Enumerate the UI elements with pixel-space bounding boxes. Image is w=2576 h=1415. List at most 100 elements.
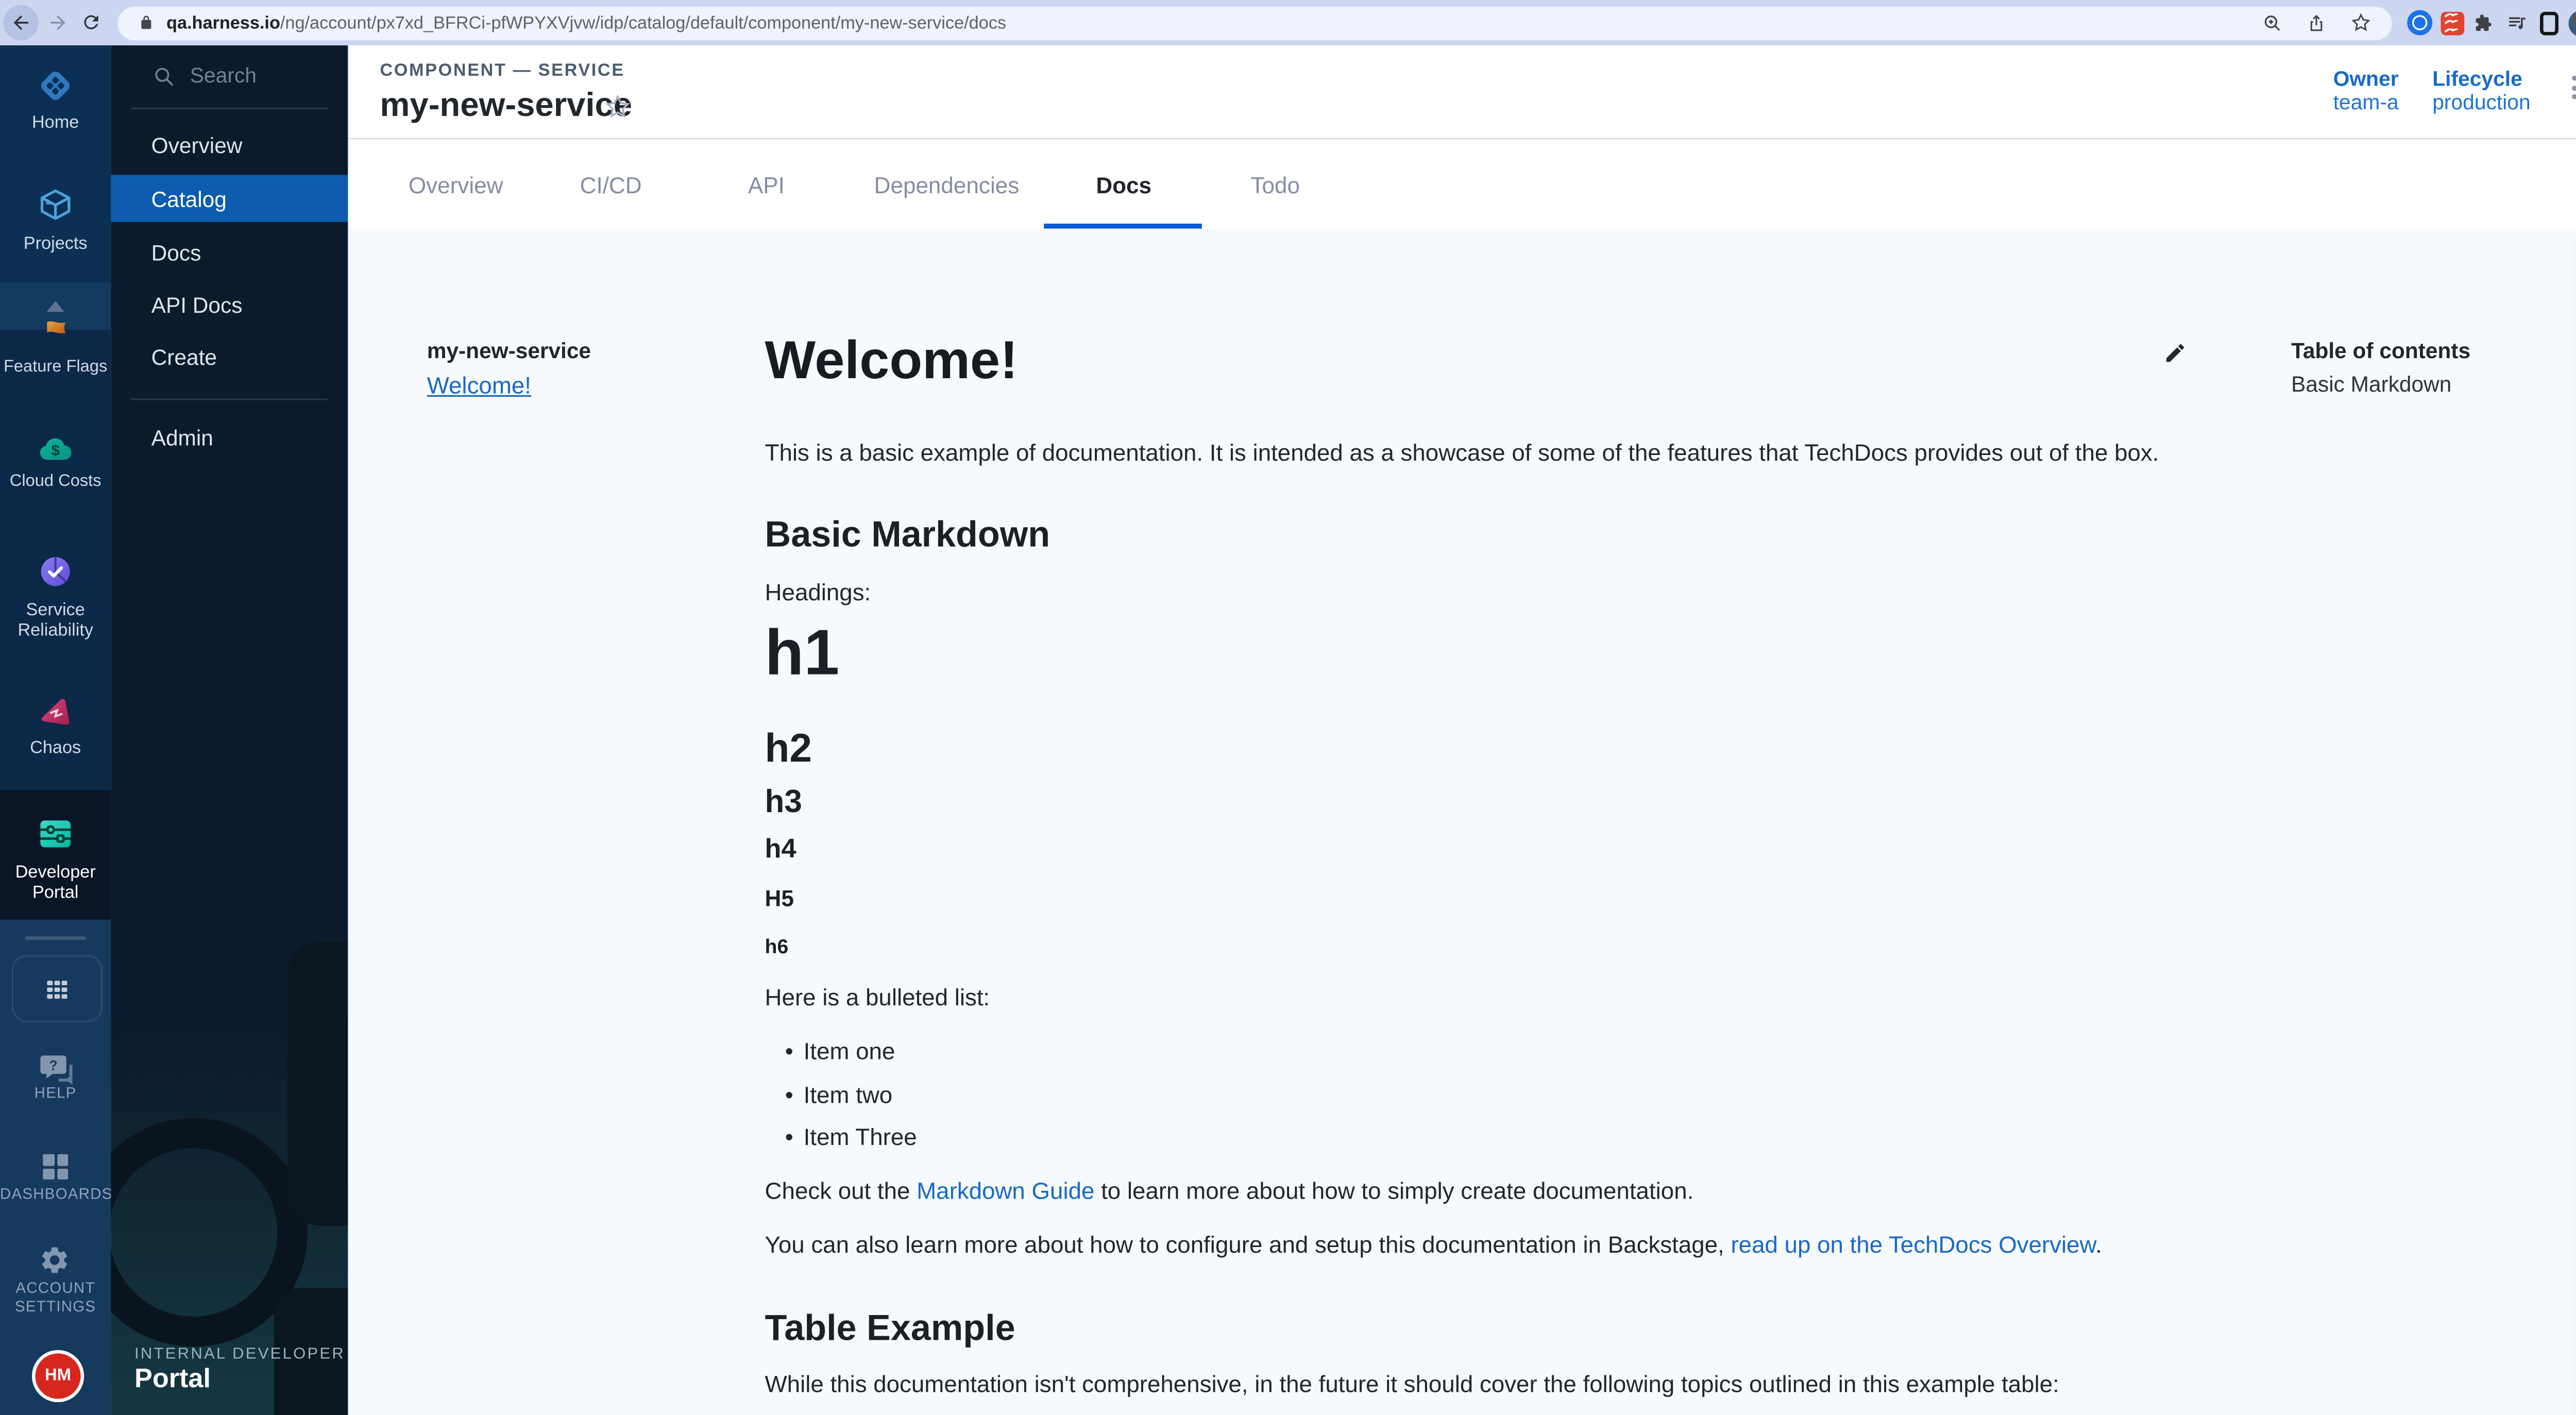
lifecycle-field: Lifecycle production (2432, 68, 2550, 114)
doc-intro-paragraph: This is a basic example of documentation… (765, 439, 2159, 466)
sidebar-divider (25, 936, 86, 940)
tab-cicd[interactable]: CI/CD (580, 173, 642, 198)
reader-extension-icon[interactable] (2533, 7, 2565, 39)
doc-title: Welcome! (765, 330, 1018, 392)
doc-outro-paragraph: While this documentation isn't comprehen… (765, 1370, 2059, 1397)
edit-pencil-icon[interactable] (2163, 341, 2187, 365)
lifecycle-label: Lifecycle (2432, 68, 2550, 91)
heading-demo-h2: h2 (765, 727, 812, 773)
search-row[interactable]: Search (111, 52, 348, 99)
heading-demo-h3: h3 (765, 785, 802, 822)
favorite-star-icon[interactable] (603, 92, 632, 121)
breadcrumb: COMPONENT — SERVICE (380, 60, 624, 80)
svg-text:$: $ (51, 442, 59, 459)
portal-eyebrow: INTERNAL DEVELOPER (134, 1345, 345, 1363)
service-reliability-icon[interactable] (36, 551, 76, 592)
feature-flags-icon[interactable] (36, 314, 76, 355)
sidebar-item-create[interactable]: Create (111, 333, 348, 380)
sidebar-item-account-settings[interactable]: ACCOUNT SETTINGS (0, 1279, 111, 1317)
sidebar-item-cloud-costs[interactable]: Cloud Costs (0, 473, 111, 493)
backstage-paragraph: You can also learn more about how to con… (765, 1231, 2102, 1257)
portal-title: Portal (134, 1365, 211, 1395)
sidebar-item-docs[interactable]: Docs (111, 229, 348, 276)
sidebar-item-feature-flags[interactable]: Feature Flags (0, 358, 111, 378)
sidebar-item-projects[interactable]: Projects (0, 234, 111, 254)
guide-paragraph: Check out the Markdown Guide to learn mo… (765, 1177, 1694, 1204)
list-item: •Item one (785, 1037, 895, 1064)
content-scrollbar-track (2572, 235, 2576, 1415)
sidebar-item-help[interactable]: HELP (0, 1084, 111, 1103)
list-item: •Item two (785, 1081, 893, 1108)
divider (131, 108, 328, 109)
decorative-shape (287, 941, 348, 1225)
user-avatar[interactable]: HM (32, 1350, 84, 1402)
tab-api[interactable]: API (748, 173, 785, 198)
primary-sidebar: Home Projects Feature Flags $ Cloud Cost… (0, 45, 111, 1415)
sidebar-item-dashboards[interactable]: DASHBOARDS (0, 1185, 111, 1204)
share-icon[interactable] (2307, 12, 2327, 32)
techdocs-overview-link[interactable]: read up on the TechDocs Overview (1731, 1231, 2095, 1257)
heading-demo-h6: h6 (765, 935, 789, 958)
section-title-basic-markdown: Basic Markdown (765, 514, 1050, 557)
back-arrow-icon (10, 12, 32, 33)
browser-forward-button[interactable] (40, 5, 76, 41)
sidebar-item-developer-portal[interactable]: Developer Portal (0, 863, 111, 903)
grid-icon (44, 975, 71, 1002)
doc-nav-link-welcome[interactable]: Welcome! (427, 372, 531, 398)
entity-menu-icon[interactable] (2572, 76, 2576, 99)
tab-todo[interactable]: Todo (1250, 173, 1300, 198)
address-bar[interactable]: qa.harness.io/ng/account/px7xd_BFRCi-pfW… (117, 6, 2392, 39)
search-icon (153, 65, 175, 87)
heading-demo-h5: H5 (765, 886, 794, 911)
active-tab-underline (1044, 223, 1202, 228)
page-title: my-new-service (380, 88, 632, 126)
projects-icon[interactable] (36, 185, 76, 225)
cloud-costs-icon[interactable]: $ (36, 429, 76, 469)
headings-label: Headings: (765, 578, 871, 605)
markdown-guide-link[interactable]: Markdown Guide (917, 1177, 1094, 1204)
developer-portal-icon[interactable] (36, 814, 76, 854)
url-text: qa.harness.io/ng/account/px7xd_BFRCi-pfW… (166, 12, 1006, 32)
bookmark-star-icon[interactable] (2350, 12, 2371, 33)
extensions-puzzle-icon[interactable] (2468, 7, 2500, 39)
module-grid-button[interactable] (12, 955, 103, 1022)
sidebar-item-admin[interactable]: Admin (111, 414, 348, 461)
browser-reload-button[interactable] (74, 5, 110, 41)
sidebar-item-home[interactable]: Home (0, 113, 111, 133)
reload-icon (81, 12, 102, 33)
browser-back-button[interactable] (4, 5, 39, 41)
entity-tabs: Overview CI/CD API Dependencies Docs Tod… (348, 140, 2576, 229)
zoom-icon[interactable] (2263, 12, 2283, 32)
search-label: Search (190, 64, 257, 88)
todoist-extension-icon[interactable] (2436, 7, 2468, 39)
forward-arrow-icon (47, 12, 69, 33)
tab-dependencies[interactable]: Dependencies (874, 173, 1020, 198)
toc-item-basic-markdown[interactable]: Basic Markdown (2291, 372, 2451, 397)
section-title-table-example: Table Example (765, 1308, 1015, 1350)
lock-icon (138, 13, 155, 32)
svg-text:?: ? (49, 1058, 57, 1073)
divider (131, 398, 328, 400)
chaos-icon[interactable] (36, 693, 76, 733)
sidebar-item-overview[interactable]: Overview (111, 121, 348, 168)
onepassword-extension-icon[interactable] (2404, 7, 2436, 39)
dashboards-icon[interactable] (39, 1150, 79, 1190)
sidebar-item-chaos[interactable]: Chaos (0, 738, 111, 758)
lifecycle-value[interactable]: production (2432, 91, 2550, 114)
chevron-up-icon (44, 298, 67, 315)
browser-profile-avatar[interactable] (2565, 7, 2576, 39)
account-settings-gear-icon[interactable] (39, 1244, 79, 1284)
sidebar-item-catalog[interactable]: Catalog (111, 175, 348, 222)
list-item: •Item Three (785, 1123, 917, 1150)
sidebar-item-api-docs[interactable]: API Docs (111, 281, 348, 328)
tab-overview[interactable]: Overview (409, 173, 503, 198)
playlist-extension-icon[interactable] (2501, 7, 2533, 39)
browser-toolbar: qa.harness.io/ng/account/px7xd_BFRCi-pfW… (0, 0, 2576, 45)
tab-docs[interactable]: Docs (1096, 173, 1151, 198)
home-icon[interactable] (36, 65, 76, 106)
sidebar-item-service-reliability[interactable]: Service Reliability (0, 600, 111, 641)
doc-nav-title: my-new-service (427, 338, 591, 363)
heading-demo-h4: h4 (765, 836, 796, 866)
module-sidebar: Search Overview Catalog Docs API Docs Cr… (111, 45, 348, 1415)
entity-header: COMPONENT — SERVICE my-new-service Owner… (348, 45, 2576, 138)
